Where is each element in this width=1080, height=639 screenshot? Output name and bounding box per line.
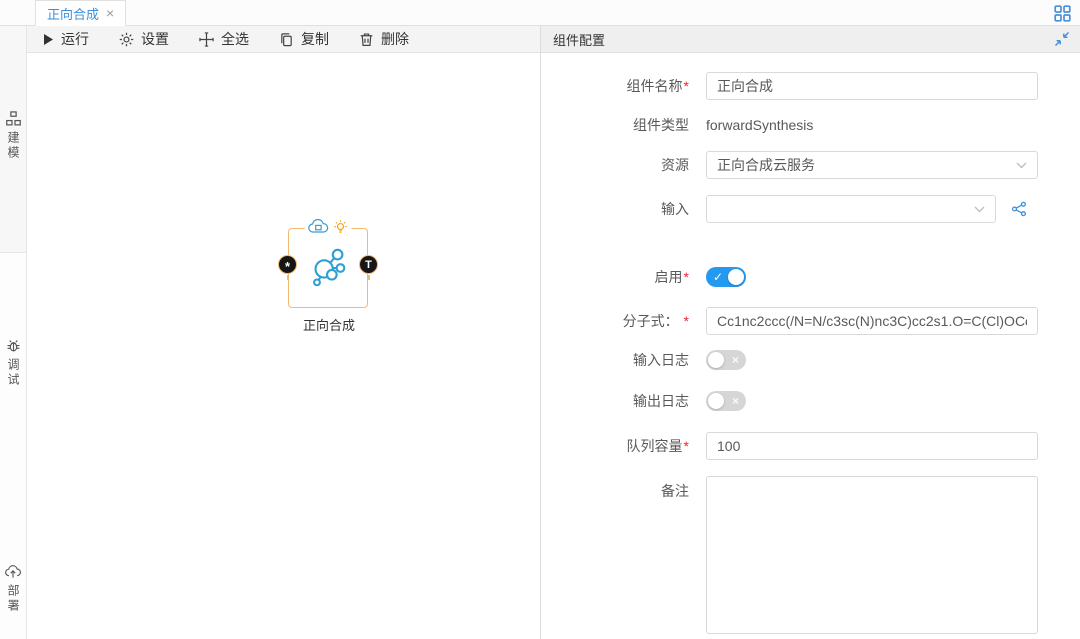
node-body	[289, 229, 367, 307]
copy-button[interactable]: 复制	[279, 29, 329, 49]
queue-capacity-input[interactable]	[706, 432, 1038, 460]
app-window: 正向合成 × 建模	[0, 0, 1080, 639]
field-row-queue-capacity: 队列容量*	[541, 432, 1080, 460]
required-asterisk: *	[684, 269, 689, 285]
field-label: 组件名称*	[541, 76, 689, 96]
canvas-toolbar: 运行 设置 全选	[27, 26, 540, 53]
toggle-knob	[728, 269, 744, 285]
output-log-toggle[interactable]: ×	[706, 391, 746, 411]
required-asterisk: *	[684, 313, 689, 329]
select-all-button[interactable]: 全选	[199, 29, 249, 49]
resource-select-value: 正向合成云服务	[717, 155, 815, 175]
field-row-output-log: 输出日志 ×	[541, 391, 1080, 411]
chevron-down-icon	[974, 206, 985, 213]
tab-close-icon[interactable]: ×	[106, 6, 114, 20]
delete-button[interactable]: 删除	[359, 29, 409, 49]
trash-icon	[359, 32, 374, 47]
sidebar-item-label: 部署	[7, 584, 19, 614]
chevron-down-icon	[1016, 162, 1027, 169]
bug-icon	[6, 338, 21, 353]
remark-textarea[interactable]	[706, 476, 1038, 634]
field-row-resource: 资源 正向合成云服务	[541, 151, 1080, 179]
component-name-input[interactable]	[706, 72, 1038, 100]
toggle-knob	[708, 352, 724, 368]
field-row-formula: 分子式： *	[541, 307, 1080, 335]
node-output-port[interactable]: T	[359, 255, 378, 274]
field-label: 队列容量*	[541, 436, 689, 456]
cloud-upload-icon	[5, 564, 21, 579]
required-asterisk: *	[684, 78, 689, 94]
input-log-toggle[interactable]: ×	[706, 350, 746, 370]
field-row-remark: 备注	[541, 476, 1080, 634]
input-select[interactable]	[706, 195, 996, 223]
panel-form: 组件名称* 组件类型 forwardSynthesis 资源 正向合成云服务	[541, 53, 1080, 639]
left-sidebar: 建模 调试 部署	[0, 26, 27, 639]
run-label: 运行	[61, 29, 89, 49]
collapse-panel-icon[interactable]	[1054, 31, 1070, 47]
workflow-node-forward-synthesis[interactable]: * T 正向合成	[288, 228, 368, 308]
gear-icon	[119, 32, 134, 47]
move-cross-icon	[199, 32, 214, 47]
input-port-label: *	[285, 259, 290, 274]
field-row-input-log: 输入日志 ×	[541, 350, 1080, 370]
field-label: 启用*	[541, 267, 689, 287]
field-label: 输入日志	[541, 350, 689, 370]
delete-label: 删除	[381, 29, 409, 49]
enabled-toggle[interactable]: ✓	[706, 267, 746, 287]
field-label: 资源	[541, 155, 689, 175]
link-input-button[interactable]	[1011, 201, 1027, 217]
x-icon: ×	[732, 393, 739, 409]
field-row-enabled: 启用* ✓	[541, 267, 1080, 287]
panel-header: 组件配置	[541, 26, 1080, 53]
share-icon	[1011, 201, 1027, 217]
run-button[interactable]: 运行	[42, 29, 89, 49]
play-icon	[42, 33, 54, 46]
check-icon: ✓	[713, 269, 723, 285]
field-label: 输出日志	[541, 391, 689, 411]
node-input-port[interactable]: *	[278, 255, 297, 274]
copy-label: 复制	[301, 29, 329, 49]
sidebar-item-modeling[interactable]: 建模	[0, 111, 26, 161]
molecule-icon	[305, 245, 351, 291]
copy-icon	[279, 32, 294, 47]
sidebar-item-deploy[interactable]: 部署	[0, 564, 26, 614]
required-asterisk: *	[684, 438, 689, 454]
node-label: 正向合成	[269, 315, 389, 334]
tab-label: 正向合成	[47, 4, 99, 23]
component-type-value: forwardSynthesis	[706, 117, 813, 133]
panel-title: 组件配置	[553, 30, 605, 49]
org-chart-icon	[6, 111, 21, 126]
toggle-knob	[708, 393, 724, 409]
sidebar-item-label: 调试	[7, 358, 19, 388]
field-row-component-type: 组件类型 forwardSynthesis	[541, 115, 1080, 135]
field-row-component-name: 组件名称*	[541, 72, 1080, 100]
sidebar-item-debug[interactable]: 调试	[0, 338, 26, 388]
x-icon: ×	[732, 352, 739, 368]
apps-grid-icon[interactable]	[1054, 5, 1071, 22]
workflow-canvas[interactable]: * T 正向合成	[27, 53, 540, 639]
field-label: 输入	[541, 199, 689, 219]
resource-select[interactable]: 正向合成云服务	[706, 151, 1038, 179]
field-label: 分子式： *	[541, 311, 689, 331]
settings-button[interactable]: 设置	[119, 29, 169, 49]
tab-forward-synthesis[interactable]: 正向合成 ×	[35, 0, 126, 26]
tab-bar: 正向合成 ×	[0, 0, 1080, 26]
field-label: 组件类型	[541, 115, 689, 135]
field-row-input: 输入	[541, 195, 1080, 223]
formula-input[interactable]	[706, 307, 1038, 335]
output-port-label: T	[365, 259, 372, 271]
select-all-label: 全选	[221, 29, 249, 49]
field-label: 备注	[541, 476, 689, 501]
sidebar-item-label: 建模	[7, 131, 19, 161]
component-config-panel: 组件配置 组件名称* 组件类型 forwardSynthesis	[540, 26, 1080, 639]
settings-label: 设置	[141, 29, 169, 49]
